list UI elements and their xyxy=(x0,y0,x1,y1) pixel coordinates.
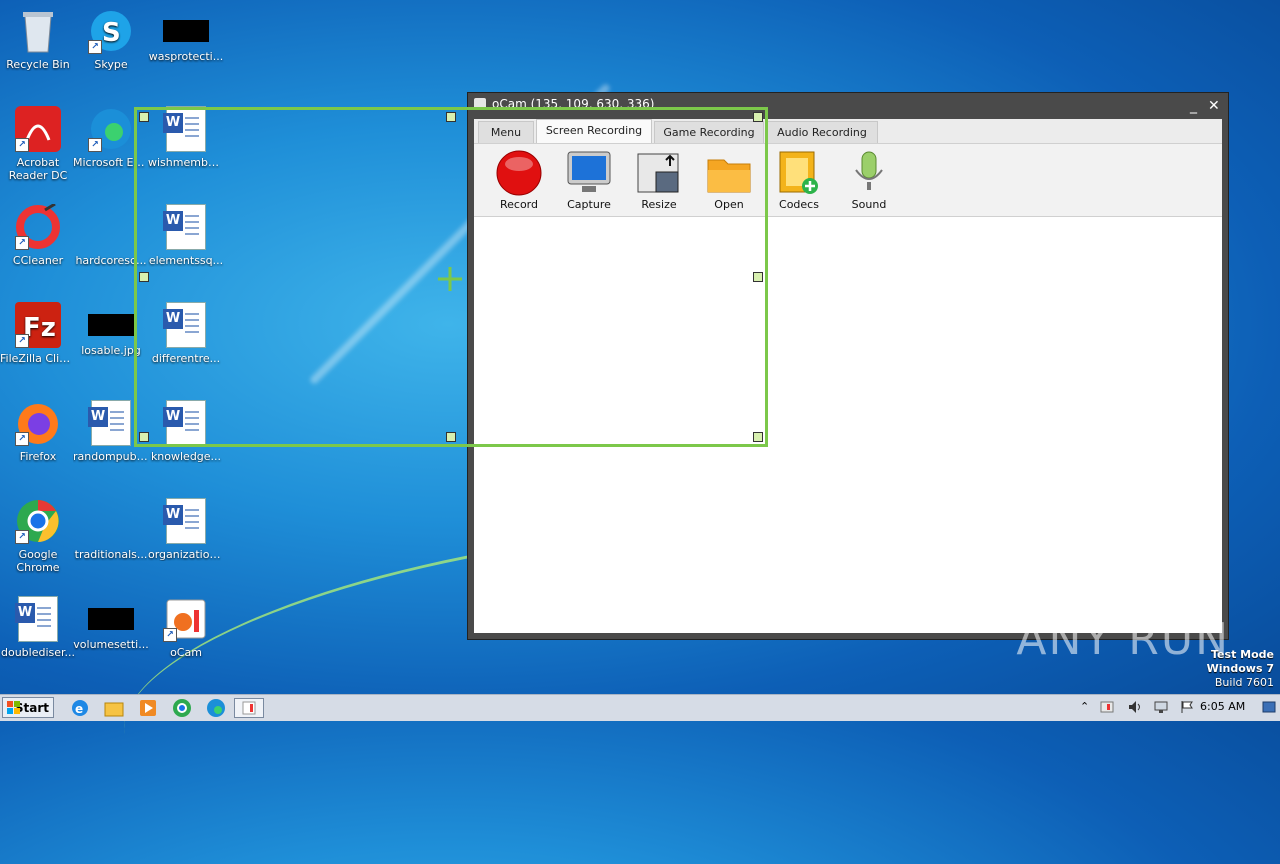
acrobat-icon: ↗ xyxy=(15,106,61,152)
resize-handle-bottom-right[interactable] xyxy=(753,432,763,442)
desktop-icon-label: CCleaner xyxy=(12,254,64,267)
shortcut-arrow-icon: ↗ xyxy=(15,530,29,544)
shortcut-arrow-icon: ↗ xyxy=(15,432,29,446)
firefox-icon: ↗ xyxy=(15,400,61,446)
desktop-icon-label: Recycle Bin xyxy=(6,58,70,71)
resize-handle-bottom-center[interactable] xyxy=(446,432,456,442)
desktop-icon-label: Skype xyxy=(94,58,128,71)
file-explorer-icon[interactable] xyxy=(104,698,124,718)
test-mode-line: Test Mode xyxy=(1211,648,1274,661)
recycle-bin-icon xyxy=(15,8,61,54)
taskbar: Start e ⌃ 6:05 AM xyxy=(0,694,1280,721)
word-document-icon: W xyxy=(163,498,206,544)
codecs-label: Codecs xyxy=(779,198,819,211)
filezilla-icon: Fz ↗ xyxy=(15,302,61,348)
resize-handle-top-center[interactable] xyxy=(446,112,456,122)
resize-handle-middle-right[interactable] xyxy=(753,272,763,282)
build-line: Build 7601 xyxy=(1214,676,1274,689)
skype-icon: S ↗ xyxy=(88,8,134,54)
start-button[interactable]: Start xyxy=(2,697,54,718)
desktop-icon-doublediser[interactable]: W doublediser... xyxy=(0,596,76,659)
desktop-icon-label: Firefox xyxy=(19,450,57,463)
desktop-icon-volumesetti[interactable]: volumesetti... xyxy=(73,596,149,651)
test-mode-notice: Test Mode Windows 7 Build 7601 xyxy=(1207,648,1274,690)
desktop-icon-organization[interactable]: W organization... xyxy=(148,498,224,561)
ocam-taskbar-button[interactable] xyxy=(234,698,264,718)
resize-handle-top-right[interactable] xyxy=(753,112,763,122)
resize-handle-top-left[interactable] xyxy=(139,112,149,122)
desktop-icon-label: Acrobat Reader DC xyxy=(8,156,68,182)
desktop-icon-label: wasprotecti... xyxy=(148,50,224,63)
image-thumbnail-icon xyxy=(88,314,134,336)
desktop-icon-label: oCam xyxy=(170,646,202,659)
shortcut-arrow-icon: ↗ xyxy=(15,138,29,152)
desktop-icon-filezilla[interactable]: Fz ↗ FileZilla Client xyxy=(0,302,76,365)
word-document-icon: W xyxy=(88,400,131,446)
codecs-icon xyxy=(776,150,822,196)
desktop-icon-label: traditionals... xyxy=(74,548,148,561)
desktop-icon-label: doublediser... xyxy=(0,646,76,659)
image-thumbnail-icon xyxy=(88,608,134,630)
desktop-icon-traditionals[interactable]: traditionals... xyxy=(73,498,149,561)
word-document-icon: W xyxy=(15,596,58,642)
codecs-button[interactable]: Codecs xyxy=(766,150,832,211)
blank-file-icon xyxy=(88,498,134,544)
recording-area-frame[interactable] xyxy=(134,107,768,447)
desktop-icon-skype[interactable]: S ↗ Skype xyxy=(73,8,149,71)
desktop-icon-wasprotecti[interactable]: wasprotecti... xyxy=(148,8,224,63)
action-center-flag-icon[interactable] xyxy=(1180,700,1194,714)
ccleaner-icon: ↗ xyxy=(15,202,61,250)
show-desktop-icon[interactable] xyxy=(1262,700,1276,714)
taskbar-clock[interactable]: 6:05 AM xyxy=(1200,700,1245,713)
ocam-taskbar-icon xyxy=(242,701,256,715)
network-icon[interactable] xyxy=(1154,700,1168,714)
desktop-icon-recycle-bin[interactable]: Recycle Bin xyxy=(0,8,76,71)
desktop-icon-ocam[interactable]: ↗ oCam xyxy=(148,596,224,659)
sound-button[interactable]: Sound xyxy=(836,150,902,211)
windows-logo-icon xyxy=(7,701,20,714)
internet-explorer-icon[interactable]: e xyxy=(70,698,90,718)
resize-handle-middle-left[interactable] xyxy=(139,272,149,282)
microphone-icon xyxy=(846,150,892,196)
chrome-taskbar-icon[interactable] xyxy=(172,698,192,718)
volume-icon[interactable] xyxy=(1128,700,1142,714)
shortcut-arrow-icon: ↗ xyxy=(88,40,102,54)
svg-text:S: S xyxy=(102,18,121,48)
shortcut-arrow-icon: ↗ xyxy=(163,628,177,642)
svg-text:e: e xyxy=(75,702,83,716)
shortcut-arrow-icon: ↗ xyxy=(15,236,29,250)
edge-icon: ↗ xyxy=(88,106,134,152)
resize-handle-bottom-left[interactable] xyxy=(139,432,149,442)
show-hidden-icons-icon[interactable]: ⌃ xyxy=(1080,700,1094,714)
media-player-icon[interactable] xyxy=(138,698,158,718)
shortcut-arrow-icon: ↗ xyxy=(15,334,29,348)
desktop-icon-acrobat[interactable]: ↗ Acrobat Reader DC xyxy=(0,106,76,182)
windows-version-line: Windows 7 xyxy=(1206,662,1274,675)
desktop-icon-label: Google Chrome xyxy=(16,548,60,574)
tray-app-icon[interactable] xyxy=(1100,700,1114,714)
blank-file-icon xyxy=(88,204,134,250)
move-crosshair-icon[interactable] xyxy=(437,266,463,292)
desktop-icon-label: randompubl... xyxy=(73,450,149,463)
tab-audio-recording[interactable]: Audio Recording xyxy=(766,121,878,143)
sound-label: Sound xyxy=(851,198,887,211)
desktop-icon-label: organization... xyxy=(148,548,224,561)
shortcut-arrow-icon: ↗ xyxy=(88,138,102,152)
desktop-icon-label: volumesetti... xyxy=(73,638,149,651)
image-thumbnail-icon xyxy=(163,20,209,42)
desktop-icon-firefox[interactable]: ↗ Firefox xyxy=(0,400,76,463)
desktop-icon-ccleaner[interactable]: ↗ CCleaner xyxy=(0,202,76,267)
chrome-icon: ↗ xyxy=(15,498,61,544)
close-button[interactable]: ✕ xyxy=(1208,95,1220,117)
anyrun-watermark: ANY RUN xyxy=(1016,614,1230,665)
ocam-icon: ↗ xyxy=(163,596,209,642)
edge-taskbar-icon[interactable] xyxy=(206,698,226,718)
desktop-icon-label: knowledge... xyxy=(150,450,222,463)
minimize-button[interactable]: _ xyxy=(1190,95,1197,117)
desktop-icon-label: FileZilla Client xyxy=(0,352,76,365)
desktop-icon-chrome[interactable]: ↗ Google Chrome xyxy=(0,498,76,574)
